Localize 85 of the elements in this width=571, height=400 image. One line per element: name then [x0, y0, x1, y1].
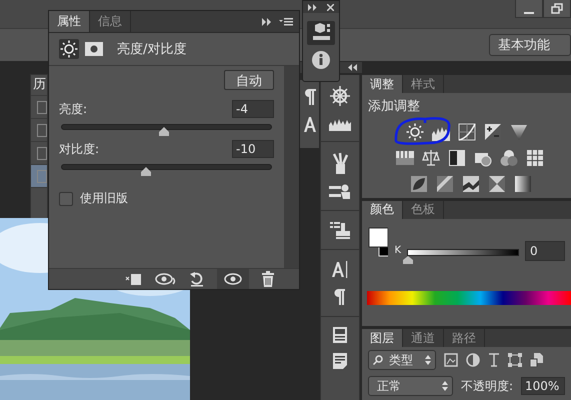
menu-icon[interactable] [279, 16, 293, 26]
workspace-dropdown[interactable]: 基本功能 [489, 34, 571, 56]
collapse-icon[interactable] [308, 4, 317, 10]
smart-object-filter-icon[interactable] [530, 353, 544, 367]
panel-tab[interactable]: 路径 [444, 329, 485, 347]
circles-icon[interactable] [500, 149, 518, 167]
value-field[interactable]: -10 [232, 140, 274, 158]
scales-icon[interactable] [422, 149, 440, 167]
reset-icon[interactable] [189, 271, 205, 287]
info-icon[interactable] [312, 51, 330, 69]
color-swatches[interactable] [368, 226, 388, 257]
panel-tab[interactable]: 历 [31, 75, 47, 95]
checkbox[interactable] [59, 192, 73, 206]
slider-label: 对比度: [59, 140, 100, 158]
stepper-icon [425, 355, 431, 365]
slider-thumb[interactable] [158, 127, 170, 136]
minimize-button[interactable] [515, 0, 543, 18]
snapshot-checkbox[interactable] [37, 146, 47, 160]
panel-tab[interactable]: 调整 [362, 75, 403, 93]
collapse-icon[interactable] [348, 64, 358, 71]
search-icon [373, 355, 383, 365]
close-icon[interactable] [327, 4, 334, 10]
cube-icon[interactable] [307, 21, 335, 45]
panel-tab[interactable]: 图层 [362, 329, 403, 347]
scrollbar[interactable] [284, 66, 299, 268]
slider-thumb[interactable] [140, 167, 152, 176]
note-icon[interactable] [333, 327, 347, 343]
clone-source-icon[interactable] [330, 221, 350, 239]
wheel-icon[interactable] [329, 85, 351, 107]
slider-thumb[interactable] [403, 256, 413, 264]
panel-tab[interactable]: 信息 [90, 11, 131, 32]
panel-tab[interactable]: 属性 [49, 11, 90, 32]
character-icon[interactable] [332, 260, 348, 278]
image-filter-icon[interactable] [444, 353, 458, 367]
restore-icon [551, 2, 563, 14]
minimize-icon [524, 12, 534, 14]
trash-icon[interactable] [261, 271, 275, 287]
shape-filter-icon[interactable] [508, 353, 522, 367]
histogram-icon[interactable] [329, 117, 351, 131]
stepper-icon [442, 381, 448, 391]
channel-label: K [394, 244, 401, 256]
opacity-label: 不透明度: [460, 378, 513, 394]
gradient-triangle-icon[interactable] [510, 123, 528, 141]
grid-icon[interactable] [526, 149, 544, 167]
blend-mode-dropdown[interactable]: 正常 [368, 376, 453, 396]
stripes-icon[interactable] [436, 175, 454, 193]
value-field[interactable]: -4 [232, 100, 274, 118]
snapshot-checkbox[interactable] [37, 124, 47, 136]
brushes-icon[interactable] [330, 152, 350, 174]
paragraph-icon[interactable] [334, 288, 346, 306]
value-field[interactable]: 0 [525, 240, 565, 261]
adjustment-title: 亮度/对比度 [117, 41, 186, 58]
snapshot-checkbox[interactable] [37, 170, 47, 182]
sun-icon[interactable] [406, 123, 424, 141]
character-icon[interactable] [302, 116, 316, 132]
opacity-field[interactable]: 100% [521, 377, 565, 395]
eye-icon[interactable] [155, 272, 177, 286]
gradient-bar-icon[interactable] [396, 149, 414, 167]
snapshot-checkbox[interactable] [37, 100, 47, 114]
panel-tab[interactable]: 色板 [403, 200, 444, 219]
restore-button[interactable] [543, 0, 571, 18]
slider-label: 亮度: [59, 100, 88, 118]
clip-icon[interactable] [125, 272, 143, 286]
checkbox-label: 使用旧版 [80, 190, 128, 207]
half-square-icon[interactable] [448, 149, 466, 167]
visibility-icon[interactable] [224, 273, 242, 285]
adjustment-filter-icon[interactable] [466, 353, 480, 367]
document-icon[interactable] [333, 353, 347, 369]
mask-icon[interactable] [85, 42, 103, 56]
filter-dropdown[interactable]: 类型 [368, 350, 436, 370]
type-filter-icon[interactable] [488, 353, 500, 367]
sun-icon[interactable] [59, 39, 79, 59]
gradient-square-icon[interactable] [514, 175, 532, 193]
panel-tab[interactable]: 通道 [403, 329, 444, 347]
brush-preset-icon[interactable] [329, 184, 351, 200]
curves-icon[interactable] [458, 123, 476, 141]
panel-heading: 添加调整 [368, 99, 420, 114]
leaf-icon[interactable] [410, 175, 428, 193]
auto-button[interactable]: 自动 [224, 70, 274, 90]
wave-icon[interactable] [462, 175, 480, 193]
paragraph-icon[interactable] [302, 88, 316, 106]
panel-tab[interactable]: 颜色 [362, 200, 403, 219]
color-spectrum[interactable] [367, 290, 571, 305]
panel-tab[interactable]: 样式 [403, 75, 444, 93]
cross-icon[interactable] [488, 175, 506, 193]
